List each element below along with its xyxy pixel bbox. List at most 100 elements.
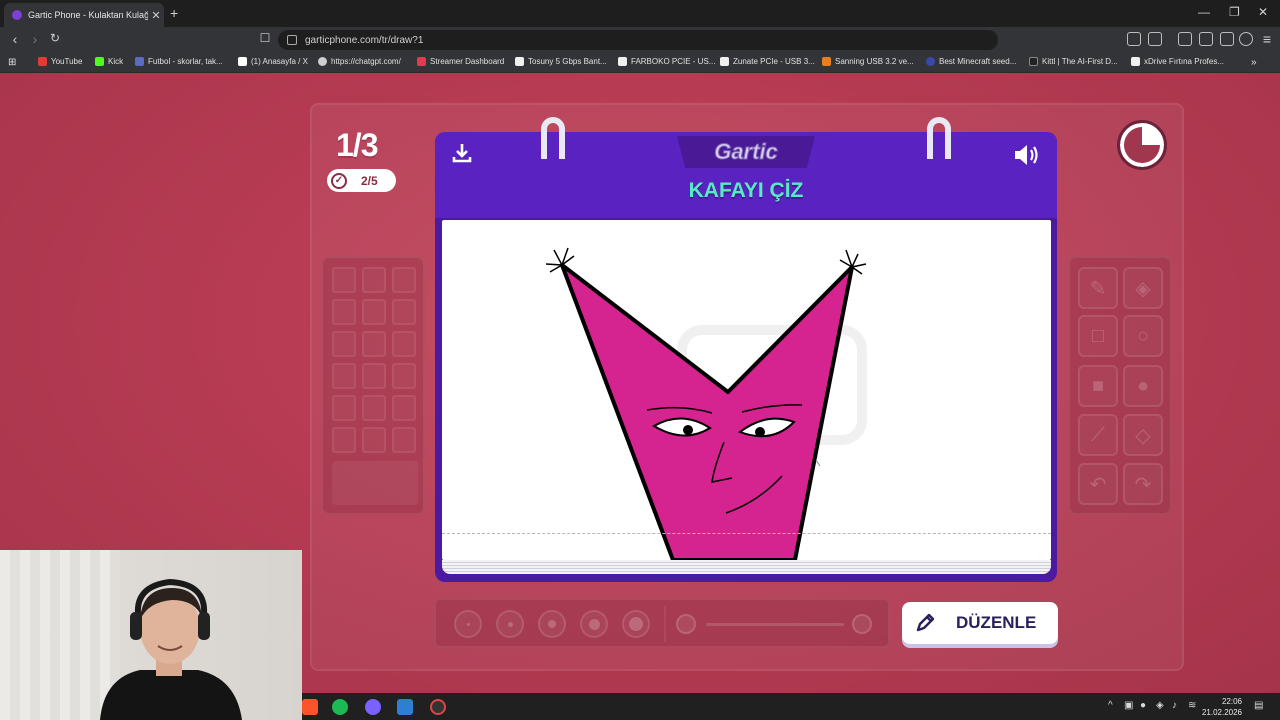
kick-icon	[95, 57, 104, 66]
close-window-icon[interactable]: ✕	[1258, 5, 1268, 19]
amazon-icon	[720, 57, 729, 66]
restore-icon[interactable]: ❐	[1229, 5, 1240, 19]
bookmark-page-icon[interactable]: ☐	[256, 31, 274, 45]
color-swatch[interactable]	[392, 299, 416, 325]
brush-size-1[interactable]	[454, 610, 482, 638]
brush-size-5[interactable]	[622, 610, 650, 638]
wallet-icon[interactable]	[1199, 32, 1213, 46]
bookmark-kick[interactable]: Kick	[95, 57, 123, 66]
opacity-slider[interactable]	[706, 623, 844, 626]
bookmark-x[interactable]: (1) Anasayfa / X	[238, 57, 308, 66]
square-fill-icon: ■	[1091, 374, 1105, 397]
tab-search-icon[interactable]	[1148, 32, 1162, 46]
bookmark-tosuny[interactable]: Tosuny 5 Gbps Bant...	[515, 57, 607, 66]
bookmark-youtube[interactable]: YouTube	[38, 57, 82, 66]
bookmark-minecraft[interactable]: Best Minecraft seed...	[926, 57, 1016, 66]
sidebar-icon[interactable]	[1178, 32, 1192, 46]
gartic-favicon-icon	[12, 10, 22, 20]
color-palette	[321, 256, 425, 515]
bookmark-streamer[interactable]: Streamer Dashboard	[417, 57, 504, 66]
system-clock[interactable]: 22:06 21.02.2026	[1202, 696, 1242, 718]
opacity-slider-knob[interactable]	[852, 614, 872, 634]
line-tool[interactable]: ⟋	[1078, 414, 1118, 456]
bookmark-xdrive[interactable]: xDrive Fırtına Profes...	[1131, 57, 1224, 66]
forward-icon[interactable]: ›	[26, 31, 44, 47]
color-swatch[interactable]	[392, 395, 416, 421]
color-swatch[interactable]	[392, 363, 416, 389]
drawing-prompt: KAFAYI ÇİZ	[688, 179, 804, 202]
bookmark-kittl[interactable]: Kittl | The AI-First D...	[1029, 57, 1118, 66]
new-tab-icon[interactable]: +	[170, 5, 178, 21]
minimize-icon[interactable]: —	[1198, 5, 1210, 19]
edit-button[interactable]: DÜZENLE	[902, 602, 1058, 644]
bookmark-zunate[interactable]: Zunate PCIe - USB 3...	[720, 57, 815, 66]
site-info-icon[interactable]	[287, 35, 297, 45]
color-swatch[interactable]	[362, 267, 386, 293]
color-swatch[interactable]	[332, 299, 356, 325]
speaker-icon[interactable]	[1013, 142, 1041, 168]
color-swatch[interactable]	[332, 331, 356, 357]
rectangle-outline-tool[interactable]: □	[1078, 315, 1118, 357]
tray-app-icon[interactable]: ▣	[1124, 700, 1133, 711]
drawing-canvas[interactable]	[442, 220, 1051, 560]
extensions-icon[interactable]	[1127, 32, 1141, 46]
paper-stack	[442, 560, 1051, 574]
streamer-figure	[100, 578, 242, 720]
close-tab-icon[interactable]: ✕	[148, 9, 164, 22]
volume-icon[interactable]: ♪	[1172, 700, 1177, 711]
spotify-icon[interactable]	[332, 699, 348, 715]
bookmark-chatgpt[interactable]: https://chatgpt.com/	[318, 57, 401, 66]
microphone-icon[interactable]: ●	[1140, 700, 1146, 711]
wifi-icon[interactable]: ≋	[1188, 700, 1196, 711]
check-icon: ✓	[331, 172, 347, 189]
color-swatch[interactable]	[362, 299, 386, 325]
current-color-swatch[interactable]	[332, 461, 418, 505]
color-swatch[interactable]	[362, 331, 386, 357]
fill-bucket-tool[interactable]: ◇	[1123, 414, 1163, 456]
color-swatch[interactable]	[392, 427, 416, 453]
back-icon[interactable]: ‹	[6, 31, 24, 47]
tray-chevron-icon[interactable]: ^	[1108, 700, 1113, 711]
app-icon[interactable]	[397, 699, 413, 715]
browser-tab[interactable]: Gartic Phone - Kulaktan Kulağa ✕	[4, 3, 164, 27]
color-swatch[interactable]	[332, 363, 356, 389]
reload-icon[interactable]: ↻	[46, 31, 64, 45]
ellipse-outline-tool[interactable]: ○	[1123, 315, 1163, 357]
more-bookmarks-icon[interactable]: »	[1251, 57, 1257, 68]
download-manager-icon[interactable]	[1220, 32, 1234, 46]
obs-icon[interactable]	[430, 699, 446, 715]
color-swatch[interactable]	[332, 395, 356, 421]
binder-ring-right	[927, 117, 951, 159]
gartic-logo: Gartic	[714, 139, 779, 165]
bookmark-futbol[interactable]: Futbol - skorlar, tak...	[135, 57, 223, 66]
menu-icon[interactable]: ≡	[1258, 31, 1276, 47]
eraser-tool[interactable]: ◈	[1123, 267, 1163, 309]
opacity-min-knob[interactable]	[676, 614, 696, 634]
apps-icon[interactable]: ⊞	[8, 57, 16, 68]
discord-icon[interactable]	[365, 699, 381, 715]
shield-icon[interactable]	[1239, 32, 1253, 46]
pencil-tool[interactable]: ✎	[1078, 267, 1118, 309]
brave-icon[interactable]	[302, 699, 318, 715]
url-field[interactable]: garticphone.com/tr/draw?1	[278, 30, 998, 50]
color-swatch[interactable]	[332, 427, 356, 453]
bookmark-farboko[interactable]: FARBOKO PCIE - US...	[618, 57, 715, 66]
color-swatch[interactable]	[362, 395, 386, 421]
ellipse-fill-tool[interactable]: ●	[1123, 365, 1163, 407]
brush-size-2[interactable]	[496, 610, 524, 638]
redo-tool[interactable]: ↷	[1123, 463, 1163, 505]
rectangle-fill-tool[interactable]: ■	[1078, 365, 1118, 407]
undo-tool[interactable]: ↶	[1078, 463, 1118, 505]
color-swatch[interactable]	[392, 331, 416, 357]
color-swatch[interactable]	[392, 267, 416, 293]
color-swatch[interactable]	[362, 363, 386, 389]
address-bar-row: ‹ › ↻ ☐ garticphone.com/tr/draw?1 ≡	[0, 27, 1280, 53]
color-swatch[interactable]	[332, 267, 356, 293]
brush-size-3[interactable]	[538, 610, 566, 638]
notification-icon[interactable]: ▤	[1254, 700, 1263, 711]
color-swatch[interactable]	[362, 427, 386, 453]
bookmark-sanning[interactable]: Sanning USB 3.2 ve...	[822, 57, 914, 66]
download-icon[interactable]	[451, 142, 473, 170]
brush-size-4[interactable]	[580, 610, 608, 638]
network-icon[interactable]: ◈	[1156, 700, 1164, 711]
